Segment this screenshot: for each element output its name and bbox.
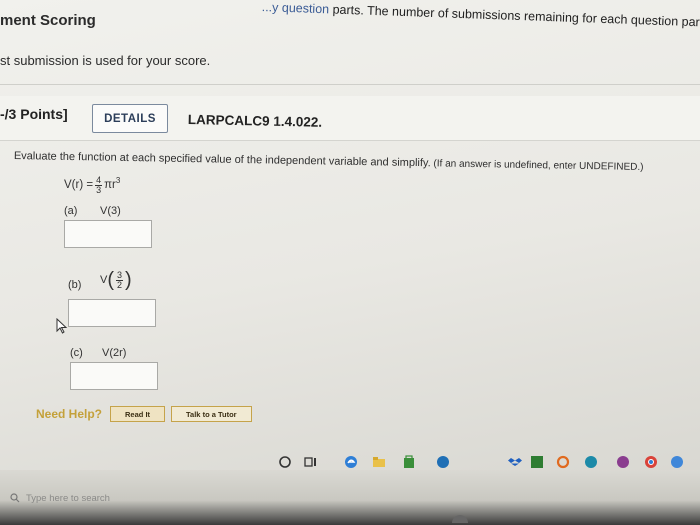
part-b-numerator: 3 [116, 269, 124, 281]
search-placeholder: Type here to search [26, 492, 110, 504]
need-help-label: Need Help? [36, 407, 103, 421]
scoring-heading: ment Scoring [0, 12, 96, 29]
taskbar-search-box[interactable]: Type here to search [10, 488, 270, 508]
cortana-icon[interactable] [278, 455, 292, 469]
read-it-button[interactable]: Read It [110, 406, 166, 422]
chrome-icon[interactable] [644, 455, 658, 469]
part-b-expression: V ( 3 2 ) [100, 270, 132, 290]
part-b-fn: V [100, 274, 108, 286]
part-b-fraction: 3 2 [116, 269, 124, 290]
part-c-expression: V(2r) [102, 347, 127, 359]
function-exponent: 3 [115, 175, 121, 185]
part-a-expression: V(3) [100, 205, 121, 217]
app-icon-teal[interactable] [584, 455, 598, 469]
question-id: LARPCALC9 1.4.022. [187, 112, 323, 130]
part-a-answer-input[interactable] [64, 220, 152, 248]
part-c-answer-input[interactable] [70, 362, 158, 390]
app-icon-blue[interactable] [436, 455, 450, 469]
scoring-description: st submission is used for your score. [0, 53, 211, 68]
function-definition: V(r) = 4 3 πr 3 [64, 170, 120, 200]
open-paren: ( [107, 269, 115, 291]
app-icon-blue-2[interactable] [670, 455, 684, 469]
excel-icon[interactable] [530, 455, 544, 469]
store-icon[interactable] [402, 455, 416, 469]
submission-note: ...y question parts. The number of submi… [261, 0, 700, 37]
instruction-text: Evaluate the function at each specified … [13, 150, 431, 170]
part-a-label: (a) [64, 205, 78, 217]
function-body: πr [104, 179, 116, 191]
coef-denominator: 3 [96, 184, 102, 195]
help-row: Need Help? Read It Talk to a Tutor [36, 406, 258, 422]
app-icon-purple[interactable] [616, 455, 630, 469]
edge-browser-icon[interactable] [344, 455, 358, 469]
file-explorer-icon[interactable] [372, 455, 386, 469]
submission-note-cut: ...y question [261, 0, 330, 17]
details-button[interactable]: DETAILS [92, 104, 168, 133]
submission-note-text: parts. The number of submissions remaini… [332, 2, 700, 31]
divider [0, 84, 700, 85]
talk-to-tutor-button[interactable]: Talk to a Tutor [171, 406, 252, 422]
mouse-pointer-icon [56, 318, 68, 334]
search-icon [10, 493, 20, 503]
part-b-denominator: 2 [117, 279, 123, 290]
instruction-note: (If an answer is undefined, enter UNDEFI… [430, 158, 644, 173]
webassign-page: ...y question parts. The number of submi… [0, 0, 700, 470]
task-view-icon[interactable] [304, 455, 318, 469]
part-b-label: (b) [68, 279, 82, 291]
part-b-answer-input[interactable] [68, 299, 156, 327]
close-paren: ) [125, 269, 132, 291]
coef-numerator: 4 [95, 174, 103, 186]
function-lhs: V(r) = [64, 179, 94, 191]
part-c-label: (c) [70, 347, 83, 359]
office-icon[interactable] [556, 455, 570, 469]
function-coefficient: 4 3 [95, 174, 103, 195]
dropbox-icon[interactable] [508, 455, 522, 469]
question-points: -/3 Points] [0, 106, 68, 122]
